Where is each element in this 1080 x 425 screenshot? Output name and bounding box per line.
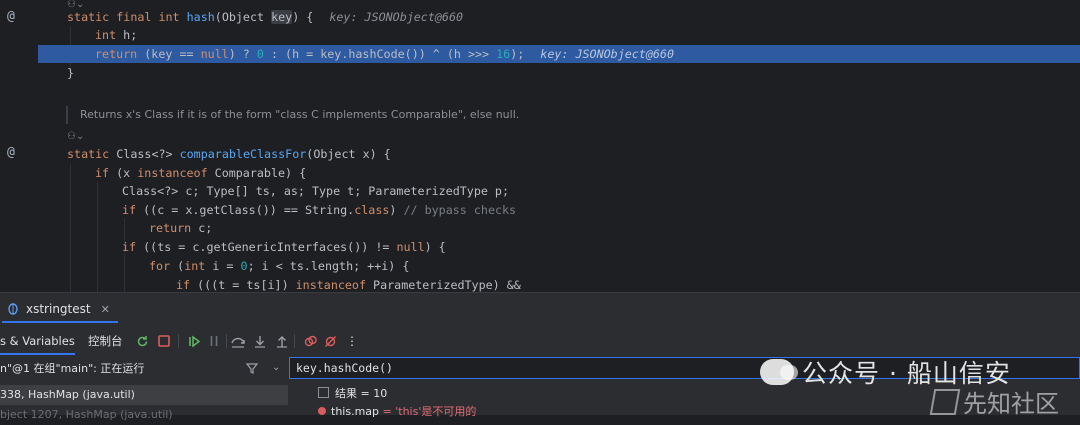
stack-frame[interactable]: bject 1207, HashMap (java.util) bbox=[0, 405, 288, 425]
inline-debug-value: key: JSONObject@660 bbox=[329, 10, 464, 24]
current-execution-line: return (key == null) ? 0 : (h = key.hash… bbox=[38, 45, 1080, 63]
mute-breakpoints-icon[interactable] bbox=[322, 333, 338, 349]
close-icon[interactable]: ✕ bbox=[101, 303, 110, 316]
variable-name: this.map bbox=[331, 405, 380, 418]
code-line: static Class<?> comparableClassFor(Objec… bbox=[67, 147, 391, 161]
rerun-icon[interactable] bbox=[134, 333, 150, 349]
code-line: } bbox=[67, 66, 75, 80]
stack-frame[interactable]: 338, HashMap (java.util) bbox=[0, 385, 288, 405]
result-text: 结果 = 10 bbox=[335, 387, 388, 400]
variable-error-value: = 'this'是不可用的 bbox=[382, 405, 477, 418]
variable-error-row[interactable]: this.map = 'this'是不可用的 bbox=[318, 404, 476, 420]
debug-icon bbox=[6, 301, 20, 318]
evaluation-result[interactable]: 结果 = 10 bbox=[318, 385, 387, 403]
code-line: if (((t = ts[i]) instanceof Parameterize… bbox=[176, 278, 521, 292]
code-line: if (x instanceof Comparable) { bbox=[95, 166, 307, 180]
stack-frame-label: 338, HashMap (java.util) bbox=[0, 388, 135, 401]
debug-session-tab[interactable]: xstringtest ✕ bbox=[2, 297, 118, 323]
watermark-secondary: 先知社区 bbox=[929, 384, 1059, 419]
toolbar-separator bbox=[178, 334, 179, 348]
community-logo-icon bbox=[929, 388, 961, 415]
debug-tab-bar: xstringtest ✕ bbox=[0, 293, 1080, 325]
result-icon bbox=[318, 387, 329, 398]
more-icon[interactable]: ⋮ bbox=[344, 333, 360, 349]
frames-list: n"@1 在组"main": 正在运行 ⌄ 338, HashMap (java… bbox=[0, 357, 288, 421]
code-line: return c; bbox=[149, 221, 213, 235]
step-into-icon[interactable] bbox=[252, 333, 268, 349]
filter-icon[interactable] bbox=[245, 363, 259, 377]
code-line: static final int hash(Object key) {key: … bbox=[67, 10, 464, 24]
toolbar-separator bbox=[226, 334, 227, 348]
stop-icon[interactable] bbox=[156, 333, 172, 349]
code-line: for (int i = 0; i < ts.length; ++i) { bbox=[149, 259, 410, 273]
code-line: Class<?> c; Type[] ts, as; Type t; Param… bbox=[122, 184, 510, 198]
author-hint-icon[interactable]: ⚇⌄ bbox=[67, 131, 84, 142]
thread-selector[interactable]: n"@1 在组"main": 正在运行 bbox=[0, 359, 144, 379]
code-editor[interactable]: @ @ ⚇⌄ static final int hash(Object key)… bbox=[0, 0, 1080, 292]
code-line: if ((ts = c.getGenericInterfaces()) != n… bbox=[122, 240, 446, 254]
wechat-icon bbox=[760, 359, 798, 385]
tab-console[interactable]: 控制台 bbox=[88, 329, 123, 353]
debugger-toolbar: s & Variables 控制台 ⋮ bbox=[0, 329, 1080, 355]
resume-icon[interactable] bbox=[186, 333, 202, 349]
editor-gutter: @ @ bbox=[0, 0, 38, 292]
view-breakpoints-icon[interactable] bbox=[302, 333, 318, 349]
toolbar-separator bbox=[294, 334, 295, 348]
chevron-down-icon[interactable]: ⌄ bbox=[272, 362, 280, 373]
debug-session-label: xstringtest bbox=[26, 302, 91, 316]
rendered-javadoc: Returns x's Class if it is of the form "… bbox=[66, 106, 1080, 124]
code-line: if ((c = x.getClass()) == String.class) … bbox=[122, 203, 517, 217]
code-line: int h; bbox=[95, 28, 138, 42]
inline-debug-value: key: JSONObject@660 bbox=[540, 47, 674, 61]
error-icon bbox=[318, 407, 326, 415]
step-over-icon[interactable] bbox=[230, 333, 246, 349]
step-out-icon[interactable] bbox=[274, 333, 290, 349]
tab-threads-variables[interactable]: s & Variables bbox=[0, 329, 75, 355]
override-marker-icon[interactable]: @ bbox=[7, 9, 15, 24]
watermark-secondary-text: 先知社区 bbox=[963, 390, 1059, 418]
pause-icon[interactable] bbox=[206, 333, 222, 349]
override-marker-icon[interactable]: @ bbox=[7, 145, 15, 160]
